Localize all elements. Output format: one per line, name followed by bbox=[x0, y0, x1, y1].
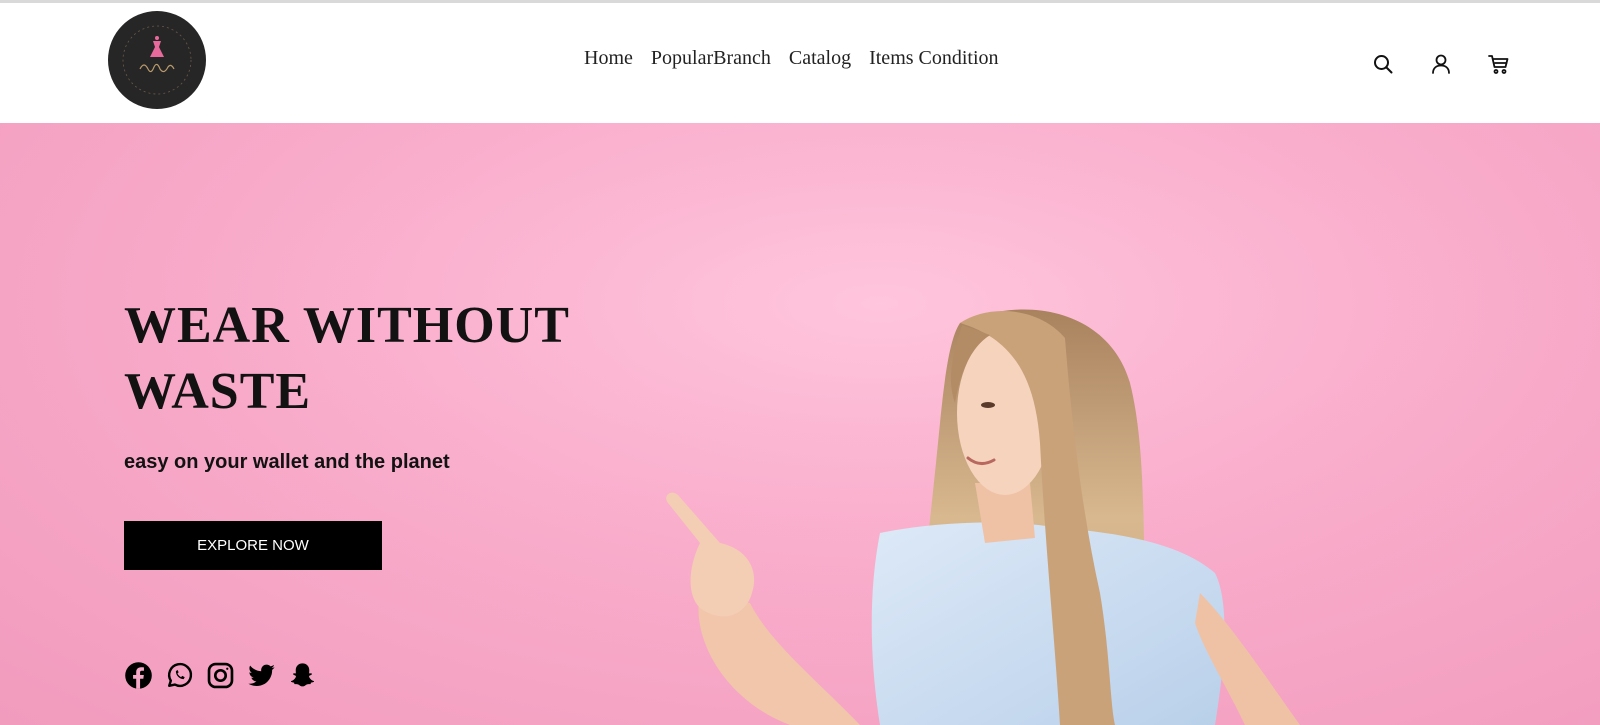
snapchat-icon[interactable] bbox=[288, 661, 317, 690]
nav-items-condition[interactable]: Items Condition bbox=[869, 47, 998, 70]
search-icon[interactable] bbox=[1371, 52, 1395, 76]
facebook-icon[interactable] bbox=[124, 661, 153, 690]
nav-popular-branch[interactable]: PopularBranch bbox=[651, 47, 771, 70]
site-header: Home PopularBranch Catalog Items Conditi… bbox=[0, 3, 1600, 123]
explore-now-button[interactable]: EXPLORE NOW bbox=[124, 521, 382, 570]
hero-banner: WEAR WITHOUT WASTE easy on your wallet a… bbox=[0, 123, 1600, 725]
whatsapp-icon[interactable] bbox=[165, 661, 194, 690]
main-nav: Home PopularBranch Catalog Items Conditi… bbox=[584, 47, 999, 70]
hero-title: WEAR WITHOUT WASTE bbox=[124, 297, 569, 420]
twitter-icon[interactable] bbox=[247, 661, 276, 690]
social-links bbox=[124, 661, 317, 690]
dress-logo-icon bbox=[122, 25, 192, 95]
instagram-icon[interactable] bbox=[206, 661, 235, 690]
site-logo[interactable] bbox=[108, 11, 206, 109]
cart-icon[interactable] bbox=[1487, 52, 1511, 76]
hero-subtitle: easy on your wallet and the planet bbox=[124, 451, 450, 473]
nav-home[interactable]: Home bbox=[584, 47, 633, 70]
nav-catalog[interactable]: Catalog bbox=[789, 47, 851, 70]
account-icon[interactable] bbox=[1429, 52, 1453, 76]
